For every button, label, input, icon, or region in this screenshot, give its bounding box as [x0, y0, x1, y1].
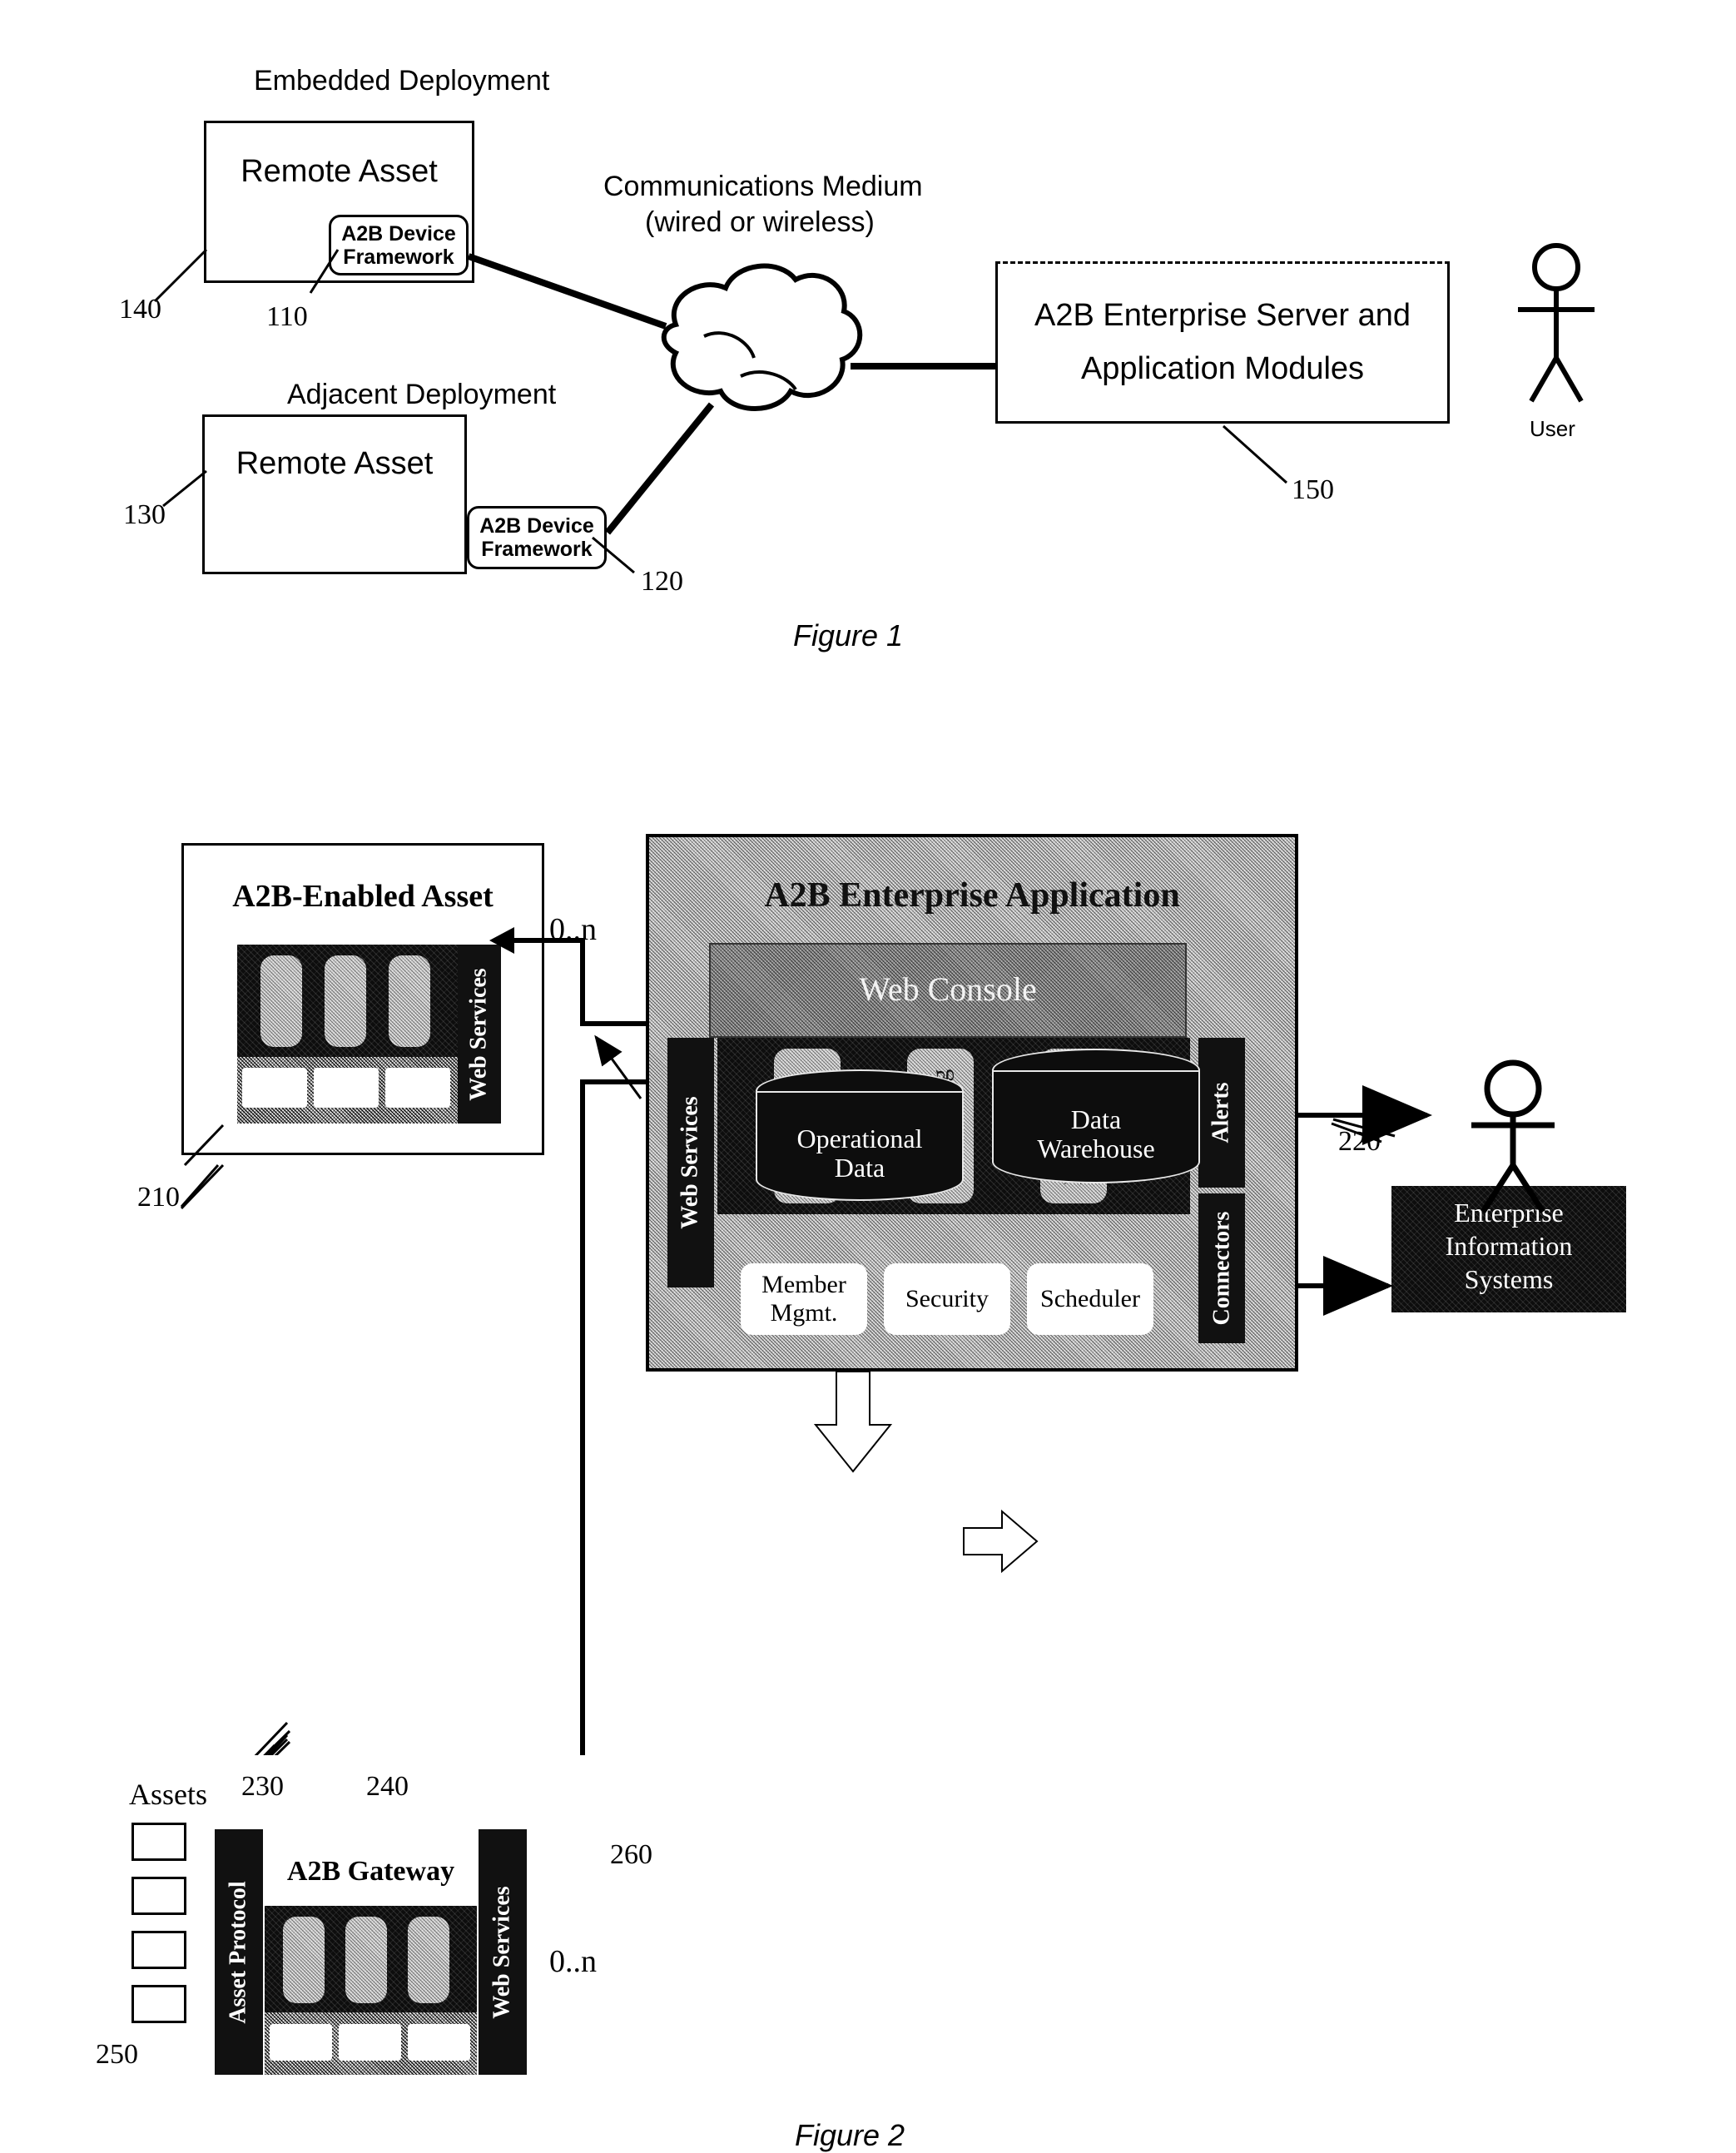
- ref-260: 260: [610, 1839, 652, 1870]
- operational-data-cylinder: Operational Data: [756, 1069, 964, 1201]
- ref-120: 120: [641, 566, 683, 597]
- asset-pill-1: [260, 955, 302, 1047]
- asset-slot-2: [314, 1068, 379, 1108]
- operational-data-line2: Data: [834, 1153, 885, 1183]
- communications-medium-line2: (wired or wireless): [645, 206, 875, 238]
- asset-square-1: [131, 1823, 186, 1861]
- web-services-app-label: Web Services: [677, 1096, 704, 1229]
- data-warehouse-line1: Data: [1070, 1104, 1122, 1134]
- web-services-asset-label: Web Services: [466, 967, 493, 1101]
- remote-asset-adjacent-box: [202, 414, 467, 574]
- data-warehouse-line2: Warehouse: [1037, 1134, 1155, 1163]
- a2b-enterprise-server-box: [995, 261, 1450, 424]
- alerts-label: Alerts: [1208, 1082, 1235, 1143]
- ref-230: 230: [241, 1771, 284, 1802]
- connectors-label: Connectors: [1208, 1211, 1234, 1326]
- embedded-deployment-label: Embedded Deployment: [254, 65, 550, 97]
- asset-square-2: [131, 1877, 186, 1915]
- a2b-device-framework-adjacent-line1: A2B Device: [479, 514, 594, 538]
- a2b-enterprise-application-title: A2B Enterprise Application: [764, 876, 1180, 915]
- asset-square-4: [131, 1985, 186, 2023]
- ref-210: 210: [137, 1182, 180, 1213]
- a2b-enterprise-server-line2: Application Modules: [1080, 351, 1365, 386]
- service-security: Security: [884, 1263, 1010, 1335]
- operational-data-line1: Operational: [796, 1123, 923, 1153]
- enterprise-information-systems-label: Enterprise Information Systems: [1391, 1196, 1626, 1296]
- service-scheduler: Scheduler: [1027, 1263, 1153, 1335]
- ref-240: 240: [366, 1771, 409, 1802]
- a2b-device-framework-embedded-line2: Framework: [343, 245, 454, 269]
- asset-protocol-label: Asset Protocol: [226, 1880, 252, 2024]
- data-warehouse-label: Data Warehouse: [992, 1090, 1200, 1178]
- asset-pill-3: [389, 955, 430, 1047]
- web-services-app-bar: Web Services: [667, 1038, 714, 1287]
- figure-2-group: A2B-Enabled Asset Web Services 210 0..n …: [0, 782, 1736, 2152]
- a2b-device-framework-embedded-line1: A2B Device: [341, 221, 456, 246]
- alerts-bar: Alerts: [1198, 1038, 1245, 1188]
- asset-square-3: [131, 1931, 186, 1969]
- service-scheduler-label: Scheduler: [1040, 1285, 1140, 1313]
- remote-asset-adjacent-label: Remote Asset: [236, 446, 434, 481]
- cardinality-top-label: 0..n: [549, 912, 597, 947]
- a2b-device-framework-adjacent: A2B Device Framework: [467, 506, 607, 569]
- a2b-enterprise-server-line1: A2B Enterprise Server and: [1034, 298, 1411, 333]
- data-warehouse-cylinder: Data Warehouse: [992, 1049, 1200, 1183]
- service-member-mgmt-line1: Member: [761, 1271, 846, 1299]
- ref-140: 140: [119, 294, 161, 325]
- ref-250: 250: [96, 2039, 138, 2070]
- gateway-pill-2: [345, 1917, 387, 2003]
- web-services-asset-bar: Web Services: [458, 945, 501, 1124]
- a2b-device-framework-adjacent-line2: Framework: [481, 538, 593, 561]
- a2b-enabled-asset-title: A2B-Enabled Asset: [232, 879, 494, 914]
- service-member-mgmt: Member Mgmt.: [741, 1263, 867, 1335]
- patent-figure-sheet: Embedded Deployment Remote Asset A2B Dev…: [0, 0, 1736, 2152]
- service-member-mgmt-line2: Mgmt.: [770, 1299, 838, 1327]
- eis-line2: Information: [1445, 1231, 1573, 1261]
- a2b-gateway-title: A2B Gateway: [286, 1856, 455, 1887]
- adjacent-deployment-label: Adjacent Deployment: [287, 379, 557, 410]
- gateway-slot-1: [270, 2024, 332, 2061]
- connectors-bar: Connectors: [1198, 1193, 1245, 1343]
- gateway-pill-1: [283, 1917, 325, 2003]
- service-security-label: Security: [905, 1285, 989, 1313]
- asset-pill-2: [325, 955, 366, 1047]
- figure-1-caption: Figure 1: [793, 618, 904, 652]
- asset-slot-3: [385, 1068, 450, 1108]
- user-label-figure1: User: [1530, 416, 1575, 441]
- ref-220: 220: [1338, 1126, 1381, 1157]
- cardinality-bottom-label: 0..n: [549, 1944, 597, 1979]
- figure-2-caption: Figure 2: [795, 2118, 905, 2152]
- ref-110: 110: [266, 301, 308, 332]
- web-services-gateway-bar: Web Services: [479, 1829, 527, 2075]
- gateway-slot-2: [339, 2024, 401, 2061]
- a2b-device-framework-embedded: A2B Device Framework: [329, 215, 469, 275]
- communications-medium-line1: Communications Medium: [603, 171, 923, 202]
- eis-line3: Systems: [1464, 1264, 1554, 1294]
- figure-1-group: Embedded Deployment Remote Asset A2B Dev…: [0, 0, 1736, 652]
- assets-label: Assets: [129, 1778, 208, 1811]
- web-console-label: Web Console: [859, 970, 1037, 1008]
- gateway-slot-3: [408, 2024, 470, 2061]
- gateway-pill-3: [408, 1917, 449, 2003]
- ref-130: 130: [123, 499, 166, 530]
- remote-asset-embedded-label: Remote Asset: [241, 154, 438, 189]
- asset-slot-1: [242, 1068, 307, 1108]
- operational-data-label: Operational Data: [756, 1111, 964, 1196]
- asset-protocol-bar: Asset Protocol: [215, 1829, 263, 2075]
- web-services-gateway-label: Web Services: [489, 1885, 516, 2019]
- eis-line1: Enterprise: [1454, 1198, 1564, 1228]
- ref-150: 150: [1292, 474, 1334, 505]
